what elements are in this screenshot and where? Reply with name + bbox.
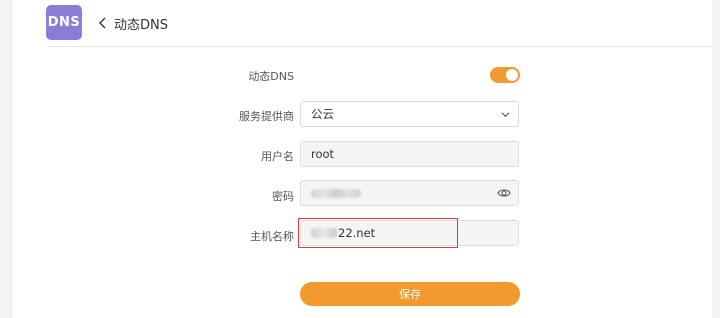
save-button-label: 保存 [399,288,421,301]
chevron-down-icon [501,112,510,118]
hostname-label: 主机名称 [250,230,294,243]
eye-icon[interactable] [497,187,511,199]
provider-label: 服务提供商 [239,110,294,123]
username-field[interactable]: root [300,141,519,167]
ddns-label: 动态DNS [248,70,294,83]
hostname-value: 22.net [338,226,376,240]
save-button[interactable]: 保存 [300,282,520,306]
hostname-field[interactable]: 22.net [300,220,519,246]
password-blurred-value [311,188,361,198]
username-label: 用户名 [261,150,294,163]
password-field[interactable] [300,180,519,206]
password-label: 密码 [272,190,294,203]
provider-select[interactable]: 公云 [300,101,519,127]
toggle-knob [506,69,518,81]
username-value: root [311,147,335,161]
ddns-toggle[interactable] [490,67,520,83]
ddns-form: 动态DNS 服务提供商 公云 用户名 root 密码 主机名称 22.net 保… [0,0,720,318]
provider-value: 公云 [311,107,334,121]
hostname-blurred-prefix [311,228,337,238]
